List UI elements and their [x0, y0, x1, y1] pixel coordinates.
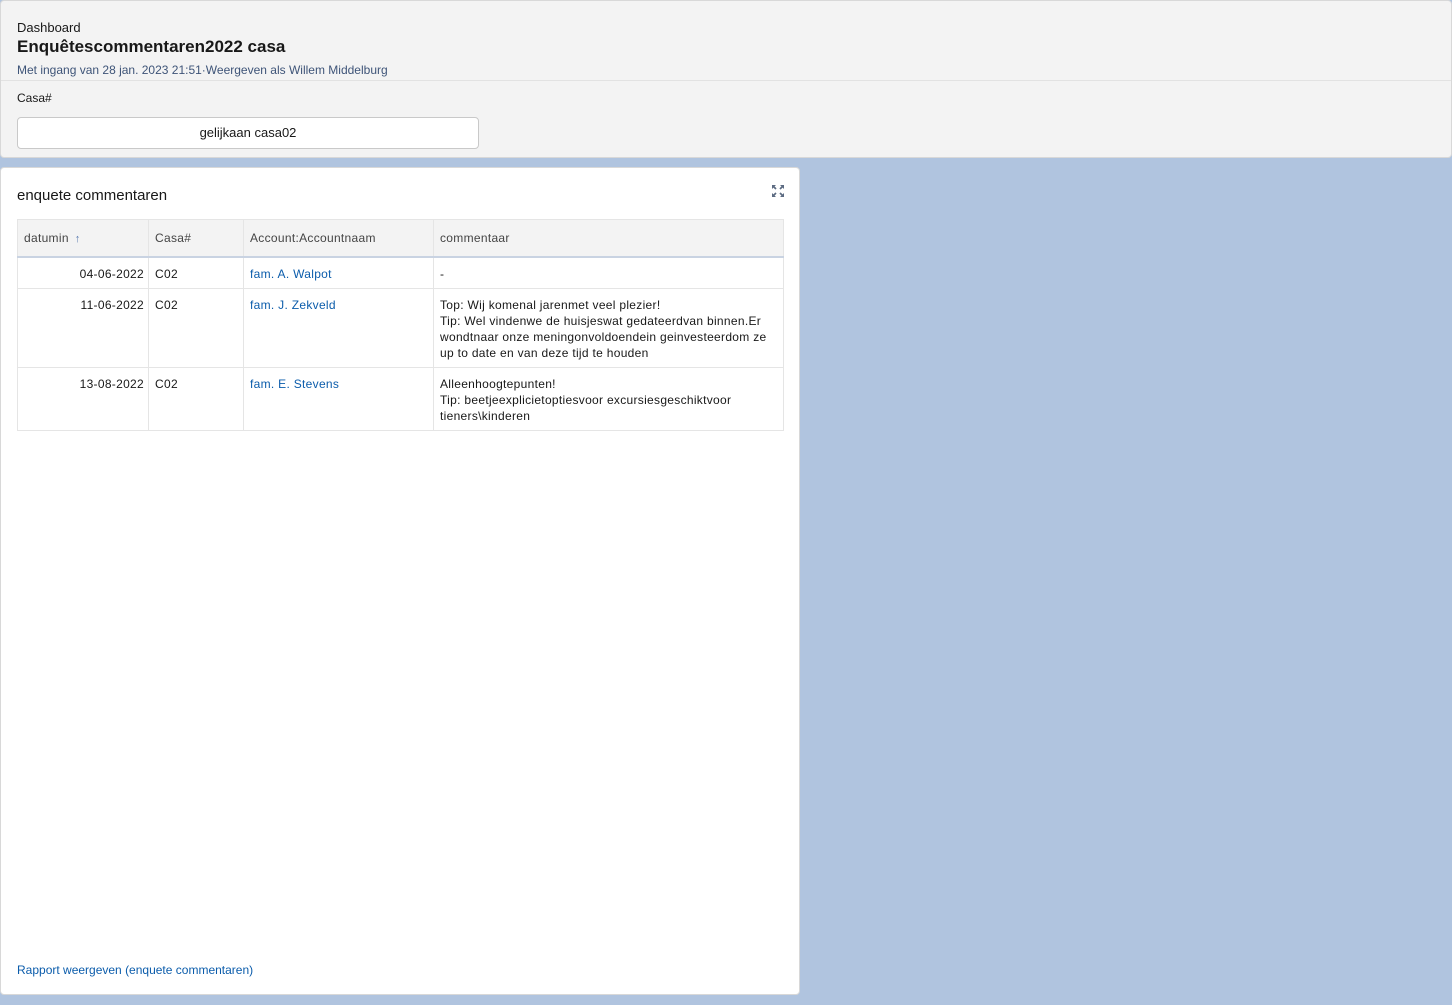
header-title-area: Dashboard Enquêtescommentaren2022 casa M… [1, 1, 1451, 81]
casa-filter-button[interactable]: gelijkaan casa02 [17, 117, 479, 149]
table-row: 11-06-2022 C02 fam. J. Zekveld Top: Wij … [17, 287, 784, 368]
column-header-label: Account:Accountnaam [250, 230, 376, 245]
account-cell: fam. J. Zekveld [243, 287, 434, 368]
page-subtitle: Met ingang van 28 jan. 2023 21:51·Weerge… [17, 63, 388, 77]
table-row: 04-06-2022 C02 fam. A. Walpot - [17, 256, 784, 289]
comment-line: Tip: Wel vindenwe de huisjeswat gedateer… [440, 313, 767, 360]
casa-cell: C02 [148, 256, 244, 289]
account-link[interactable]: fam. J. Zekveld [250, 298, 336, 312]
comment-cell: - [433, 256, 784, 289]
account-cell: fam. E. Stevens [243, 366, 434, 431]
account-link[interactable]: fam. E. Stevens [250, 377, 339, 391]
column-header-account[interactable]: Account:Accountnaam [243, 219, 434, 258]
date-cell: 13-08-2022 [17, 366, 149, 431]
sort-ascending-icon: ↑ [74, 232, 81, 245]
dashboard-header: Dashboard Enquêtescommentaren2022 casa M… [0, 0, 1452, 158]
account-link[interactable]: fam. A. Walpot [250, 267, 332, 281]
filter-label: Casa# [17, 91, 52, 105]
column-header-casa[interactable]: Casa# [148, 219, 244, 258]
table-header-row: datumin ↑ Casa# Account:Accountnaam comme… [17, 219, 784, 258]
comment-line: Tip: beetjeexplicietoptiesvoor excursies… [440, 392, 732, 423]
date-cell: 04-06-2022 [17, 256, 149, 289]
comment-line: Alleenhoogtepunten! [440, 376, 556, 391]
column-header-label: commentaar [440, 230, 510, 245]
date-cell: 11-06-2022 [17, 287, 149, 368]
column-header-label: datumin [24, 230, 69, 245]
view-report-link[interactable]: Rapport weergeven (enquete commentaren) [17, 963, 253, 977]
table-row: 13-08-2022 C02 fam. E. Stevens Alleenhoo… [17, 366, 784, 431]
page-title: Enquêtescommentaren2022 casa [17, 37, 286, 56]
column-header-label: Casa# [155, 230, 192, 245]
comments-table: datumin ↑ Casa# Account:Accountnaam comme… [17, 219, 784, 431]
column-header-datumin[interactable]: datumin ↑ [17, 219, 149, 258]
casa-cell: C02 [148, 366, 244, 431]
report-card: enquete commentaren datumin ↑ Casa# Accou… [0, 167, 800, 995]
comment-line: Top: Wij komenal jarenmet veel plezier! [440, 297, 661, 312]
page-eyebrow: Dashboard [17, 20, 81, 35]
expand-icon[interactable] [771, 184, 785, 198]
casa-cell: C02 [148, 287, 244, 368]
account-cell: fam. A. Walpot [243, 256, 434, 289]
comment-cell: Alleenhoogtepunten! Tip: beetjeexpliciet… [433, 366, 784, 431]
column-header-commentaar[interactable]: commentaar [433, 219, 784, 258]
filter-area: Casa# gelijkaan casa02 [1, 81, 1451, 149]
comment-cell: Top: Wij komenal jarenmet veel plezier! … [433, 287, 784, 368]
card-title: enquete commentaren [17, 187, 168, 204]
comment-line: - [440, 266, 445, 281]
